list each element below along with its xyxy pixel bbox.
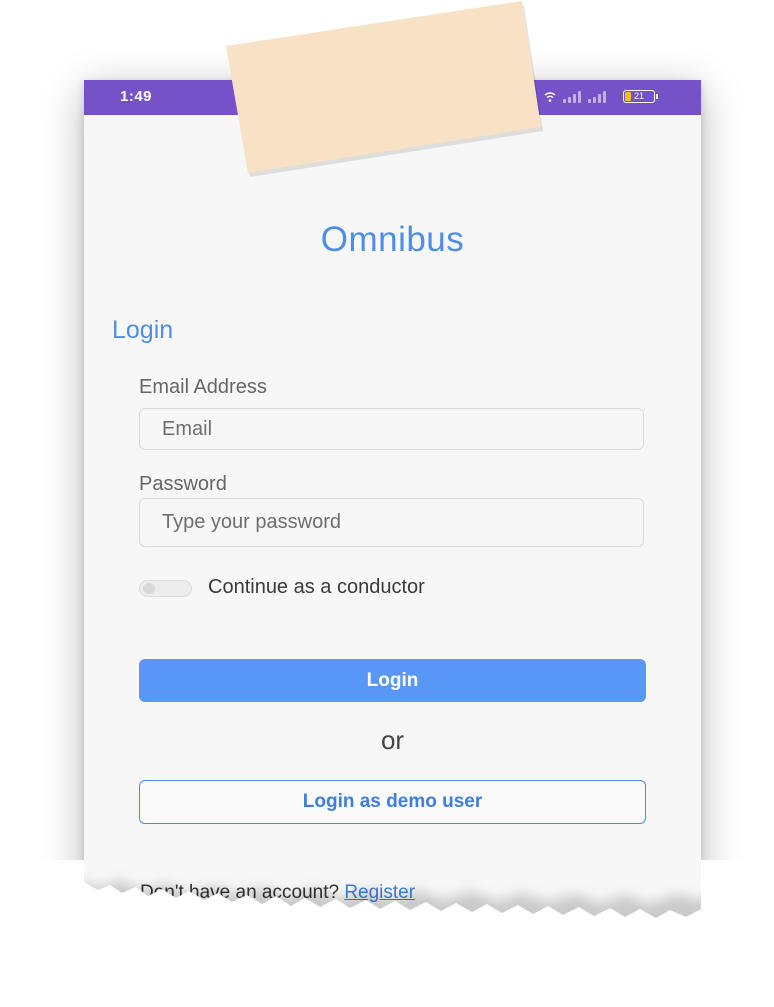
conductor-toggle-label: Continue as a conductor [208,576,425,598]
phone-screen: 1:49 21 Omnibus Login Email Address Pass… [84,80,701,925]
toggle-knob [143,583,155,594]
signal-icon [588,91,606,103]
demo-login-button[interactable]: Login as demo user [139,780,646,824]
login-button[interactable]: Login [139,659,646,702]
password-label: Password [139,473,227,495]
wifi-icon [544,92,556,102]
battery-icon: 21 [623,90,658,103]
or-divider: or [380,725,405,755]
email-label: Email Address [139,376,267,398]
signal-icon [563,91,581,103]
status-bar: 1:49 21 [84,80,701,115]
battery-percent: 21 [633,91,644,101]
conductor-toggle[interactable] [139,580,192,597]
torn-paper-edge [0,860,774,1007]
login-heading: Login [112,316,174,344]
system-icons: 21 [544,90,658,103]
status-time: 1:49 [120,88,153,105]
app-title: Omnibus [320,220,465,259]
password-field[interactable] [139,498,644,547]
email-field[interactable] [139,408,644,450]
battery-level [625,92,631,101]
